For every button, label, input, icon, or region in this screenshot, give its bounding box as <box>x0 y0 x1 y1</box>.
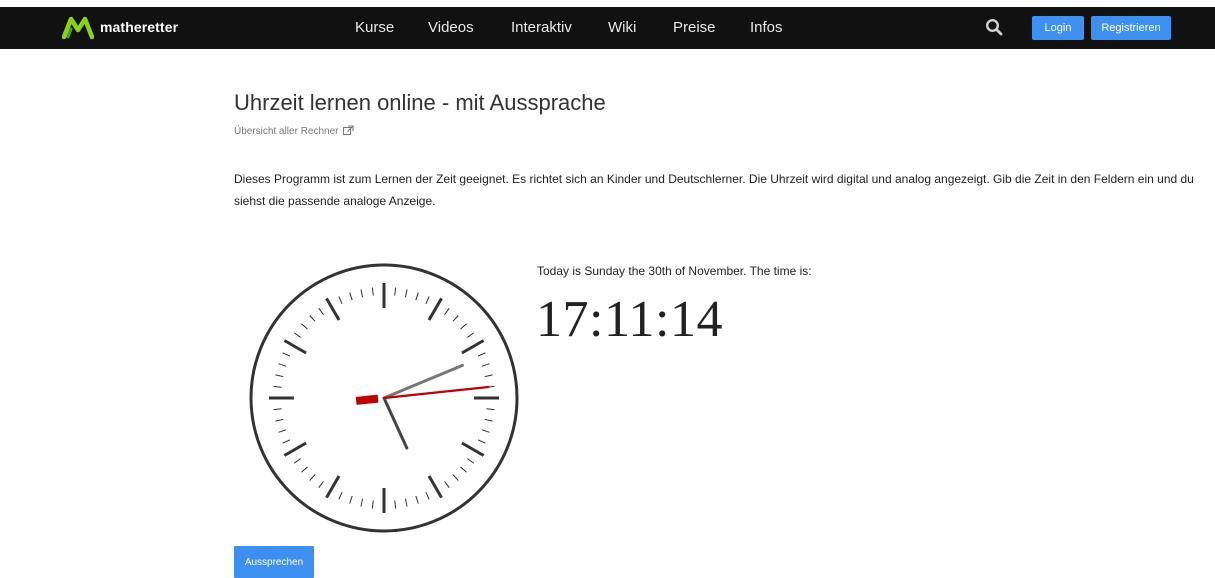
date-text: Today is Sunday the 30th of November. Th… <box>537 264 812 278</box>
login-button[interactable]: Login <box>1032 16 1084 40</box>
second-hand-tail <box>355 394 379 405</box>
nav-item-infos[interactable]: Infos <box>750 19 783 36</box>
nav-item-wiki[interactable]: Wiki <box>608 19 636 36</box>
overview-link-label: Übersicht aller Rechner <box>234 126 339 137</box>
nav-item-videos[interactable]: Videos <box>428 19 474 36</box>
search-icon[interactable] <box>985 18 1003 36</box>
digital-time: 17:11:14 <box>536 291 723 348</box>
analog-clock <box>249 263 519 533</box>
nav-item-interaktiv[interactable]: Interaktiv <box>511 19 572 36</box>
overview-link[interactable]: Übersicht aller Rechner <box>234 125 354 137</box>
register-button[interactable]: Registrieren <box>1091 16 1171 40</box>
description-text: Dieses Programm ist zum Lernen der Zeit … <box>234 172 1194 208</box>
speak-button[interactable]: Aussprechen <box>234 546 314 578</box>
top-navbar: matheretter Kurse Videos Interaktiv Wiki… <box>0 7 1215 49</box>
external-link-icon <box>343 125 354 135</box>
nav-item-kurse[interactable]: Kurse <box>355 19 394 36</box>
matheretter-logo-icon[interactable] <box>62 16 94 40</box>
nav-item-preise[interactable]: Preise <box>673 19 716 36</box>
brand-name[interactable]: matheretter <box>100 19 178 35</box>
page-title: Uhrzeit lernen online - mit Aussprache <box>234 90 606 115</box>
